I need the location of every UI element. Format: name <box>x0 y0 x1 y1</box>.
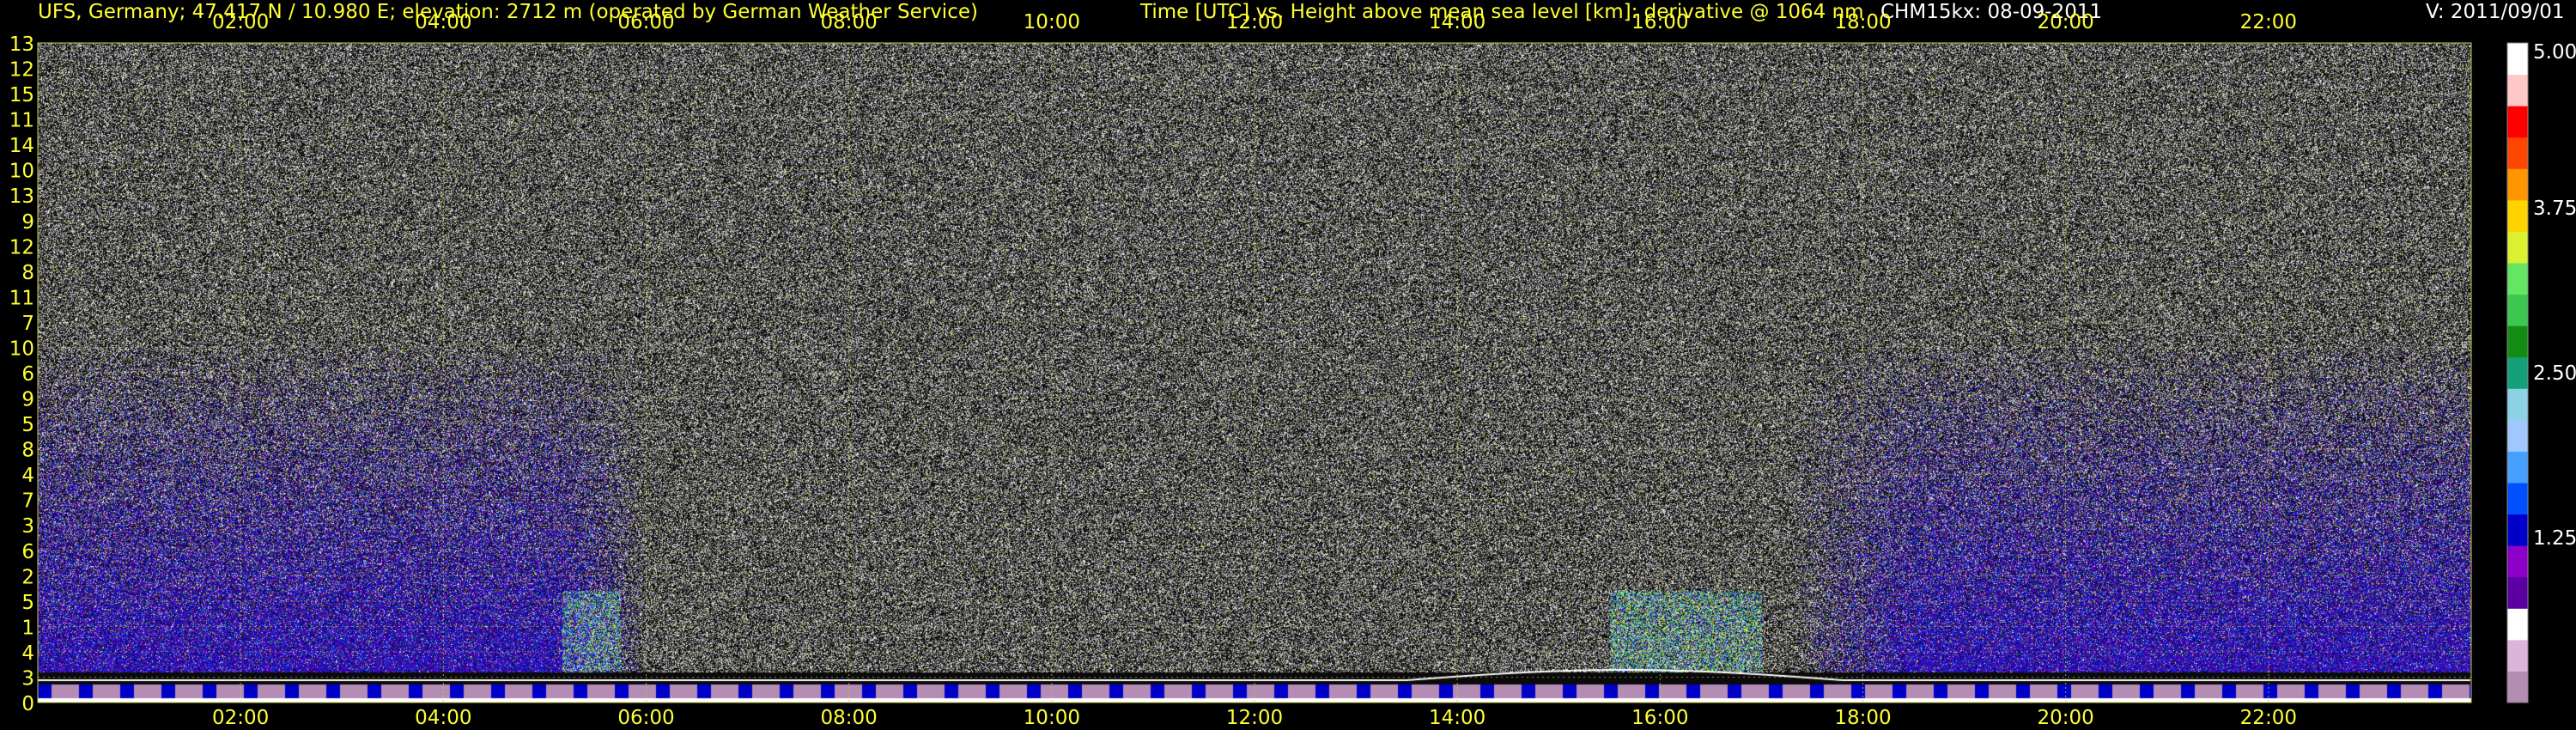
colorbar-tick-label: 5.00 <box>2533 41 2576 64</box>
x-tick-label-bottom: 04:00 <box>415 707 471 729</box>
colorbar-swatch <box>2507 419 2528 452</box>
colorbar-swatch <box>2507 483 2528 515</box>
y-tick-label: 9 <box>21 389 34 411</box>
y-tick-label: 14 <box>9 135 34 157</box>
colorbar-swatch <box>2507 43 2528 76</box>
x-tick-label-top: 16:00 <box>1631 11 1688 33</box>
colorbar-swatch <box>2507 263 2528 295</box>
x-tick-label-top: 18:00 <box>1834 11 1891 33</box>
colorbar-swatch <box>2507 514 2528 546</box>
colorbar-swatch <box>2507 168 2528 201</box>
y-tick-label: 7 <box>21 313 34 335</box>
y-tick-label: 3 <box>21 667 34 690</box>
colorbar-swatch <box>2507 137 2528 169</box>
chart-overlay: 02:00 02:00 04:00 04:00 06:00 06:00 08:00 08:00… <box>9 11 2576 729</box>
colorbar-swatch <box>2507 608 2528 641</box>
colorbar-swatch <box>2507 671 2528 703</box>
y-tick-label: 8 <box>21 262 34 284</box>
y-tick-label: 4 <box>21 465 34 487</box>
y-tick-label: 7 <box>21 490 34 513</box>
y-tick-label: 9 <box>21 211 34 234</box>
y-tick-label: 11 <box>9 287 34 309</box>
y-tick-label: 2 <box>21 566 34 588</box>
y-tick-label: 1 <box>21 617 34 639</box>
x-tick-label-bottom: 10:00 <box>1024 707 1080 729</box>
x-tick-label-bottom: 22:00 <box>2240 707 2297 729</box>
y-tick-label: 13 <box>9 186 34 208</box>
colorbar-swatch <box>2507 199 2528 232</box>
colorbar-tick-label: 3.75 <box>2533 198 2576 220</box>
x-tick-label-top: 02:00 <box>212 11 269 33</box>
x-tick-label-bottom: 02:00 <box>212 707 269 729</box>
y-tick-label: 12 <box>9 59 34 82</box>
y-tick-label: 13 <box>9 33 34 56</box>
colorbar-swatch <box>2507 356 2528 389</box>
colorbar-swatch <box>2507 231 2528 264</box>
y-tick-label: 12 <box>9 236 34 259</box>
x-tick-label-bottom: 18:00 <box>1834 707 1891 729</box>
y-tick-label: 4 <box>21 642 34 665</box>
x-tick-label-top: 10:00 <box>1024 11 1080 33</box>
x-tick-label-top: 06:00 <box>617 11 674 33</box>
x-tick-label-top: 04:00 <box>415 11 471 33</box>
colorbar-swatch <box>2507 639 2528 672</box>
x-tick-label-bottom: 16:00 <box>1631 707 1688 729</box>
colorbar-tick-label: 2.50 <box>2533 362 2576 385</box>
colorbar-swatch <box>2507 294 2528 326</box>
x-tick-label-top: 20:00 <box>2038 11 2094 33</box>
y-tick-label: 0 <box>21 693 34 715</box>
colorbar-swatch <box>2507 106 2528 138</box>
x-tick-label-top: 22:00 <box>2240 11 2297 33</box>
colorbar-swatch <box>2507 451 2528 484</box>
colorbar-tick-label: 1.25 <box>2533 527 2576 550</box>
x-tick-label-top: 12:00 <box>1226 11 1283 33</box>
y-tick-label: 5 <box>21 592 34 614</box>
x-tick-label-bottom: 06:00 <box>617 707 674 729</box>
x-tick-label-bottom: 12:00 <box>1226 707 1283 729</box>
y-tick-label: 15 <box>9 84 34 106</box>
y-tick-label: 10 <box>9 338 34 360</box>
y-tick-label: 6 <box>21 363 34 386</box>
y-tick-label: 3 <box>21 515 34 538</box>
colorbar-swatch <box>2507 576 2528 609</box>
y-tick-label: 11 <box>9 110 34 132</box>
x-tick-label-top: 08:00 <box>821 11 878 33</box>
x-tick-label-top: 14:00 <box>1429 11 1485 33</box>
y-tick-label: 8 <box>21 440 34 462</box>
x-tick-label-bottom: 14:00 <box>1429 707 1485 729</box>
x-tick-label-bottom: 20:00 <box>2038 707 2094 729</box>
colorbar-swatch <box>2507 388 2528 421</box>
colorbar-swatch <box>2507 74 2528 106</box>
colorbar-swatch <box>2507 325 2528 358</box>
colorbar-swatch <box>2507 545 2528 578</box>
y-tick-label: 6 <box>21 541 34 563</box>
y-tick-label: 10 <box>9 161 34 183</box>
y-tick-label: 5 <box>21 414 34 436</box>
x-tick-label-bottom: 08:00 <box>821 707 878 729</box>
